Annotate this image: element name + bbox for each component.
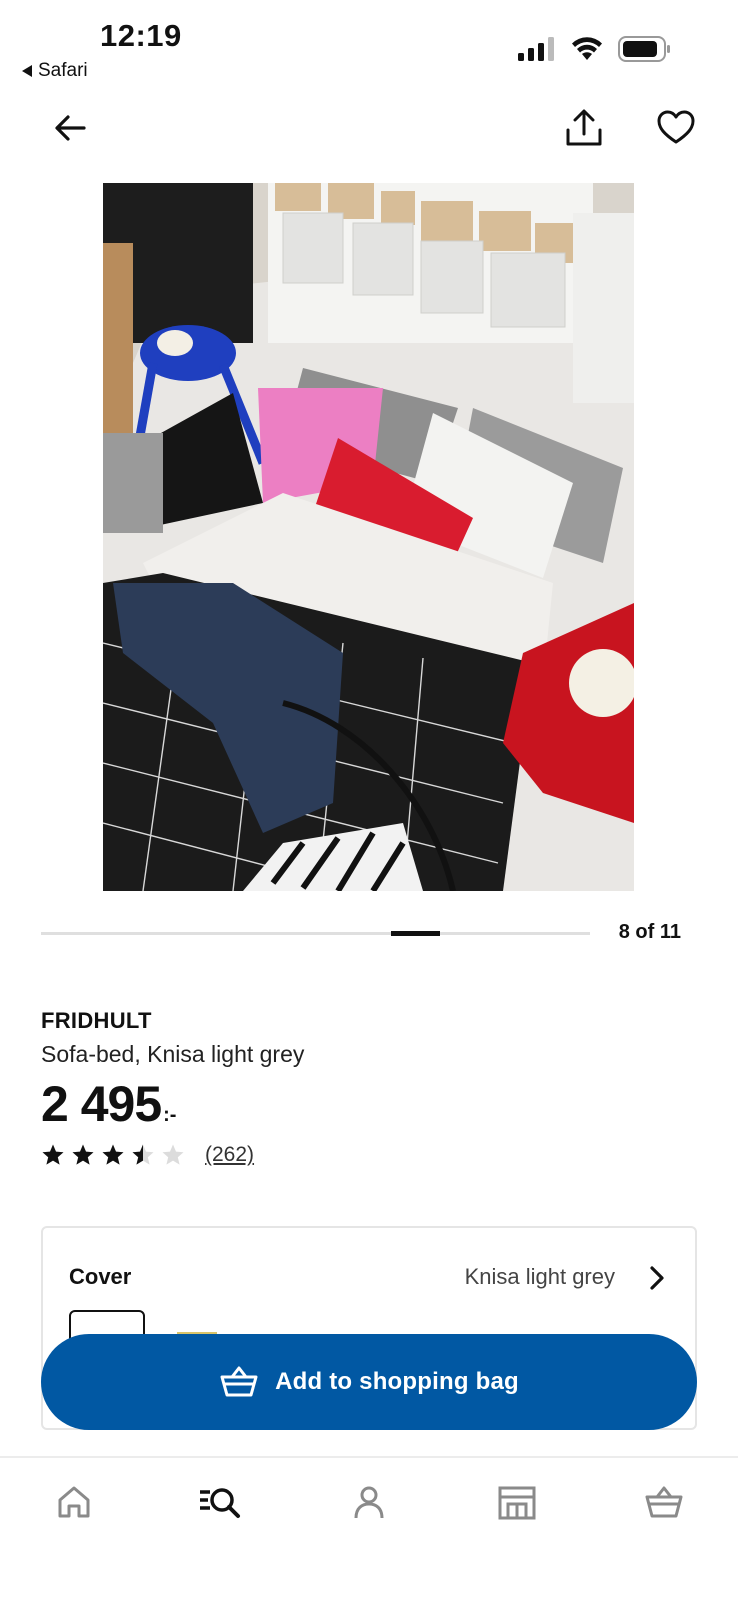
shopping-bag-icon — [220, 1366, 258, 1397]
star-icon — [132, 1144, 154, 1165]
store-icon — [498, 1486, 536, 1520]
cellular-signal-icon — [518, 37, 554, 61]
product-price: 2 495:- — [41, 1075, 176, 1133]
status-time: 12:19 — [100, 18, 182, 53]
carousel-track[interactable] — [41, 932, 590, 935]
add-to-bag-button[interactable]: Add to shopping bag — [41, 1334, 697, 1430]
sofa-bed-photo — [103, 183, 634, 891]
cover-label: Cover — [69, 1264, 132, 1289]
back-button[interactable] — [48, 106, 92, 150]
star-icon — [162, 1144, 184, 1165]
favorite-button[interactable] — [654, 106, 698, 150]
status-bar: 12:19 Safari — [0, 0, 738, 90]
battery-icon — [618, 36, 670, 62]
star-icon — [42, 1144, 64, 1165]
review-count-link[interactable]: (262) — [205, 1143, 254, 1167]
product-name: FRIDHULT — [41, 1008, 152, 1033]
system-icons — [518, 36, 672, 62]
add-to-bag-label: Add to shopping bag — [275, 1368, 519, 1395]
back-app-label: Safari — [38, 60, 88, 81]
back-triangle-icon — [22, 65, 32, 77]
star-icon — [102, 1144, 124, 1165]
price-amount: 2 495 — [41, 1076, 162, 1132]
tab-search[interactable] — [196, 1478, 244, 1526]
rating-stars — [41, 1143, 185, 1167]
share-button[interactable] — [562, 106, 606, 150]
arrow-left-icon — [55, 115, 86, 141]
carousel-counter: 8 of 11 — [618, 921, 681, 943]
star-icon — [72, 1144, 94, 1165]
bottom-tab-bar — [0, 1456, 738, 1600]
home-icon — [58, 1486, 90, 1518]
tab-stores[interactable] — [493, 1478, 541, 1526]
carousel-position-indicator — [391, 931, 440, 936]
tab-home[interactable] — [50, 1478, 98, 1526]
tab-bag[interactable] — [640, 1478, 688, 1526]
heart-icon — [657, 110, 695, 144]
product-description: Sofa-bed, Knisa light grey — [41, 1041, 305, 1067]
chevron-right-icon — [650, 1266, 664, 1290]
profile-icon — [354, 1486, 384, 1519]
bag-icon — [645, 1486, 683, 1518]
tab-profile[interactable] — [345, 1478, 393, 1526]
back-to-safari[interactable]: Safari — [22, 60, 88, 82]
product-image[interactable] — [103, 183, 634, 891]
wifi-icon — [572, 37, 602, 60]
share-icon — [566, 109, 602, 146]
price-suffix: :- — [163, 1104, 177, 1126]
search-icon — [200, 1488, 240, 1518]
product-rating[interactable]: (262) — [41, 1143, 254, 1167]
cover-value: Knisa light grey — [464, 1264, 615, 1289]
